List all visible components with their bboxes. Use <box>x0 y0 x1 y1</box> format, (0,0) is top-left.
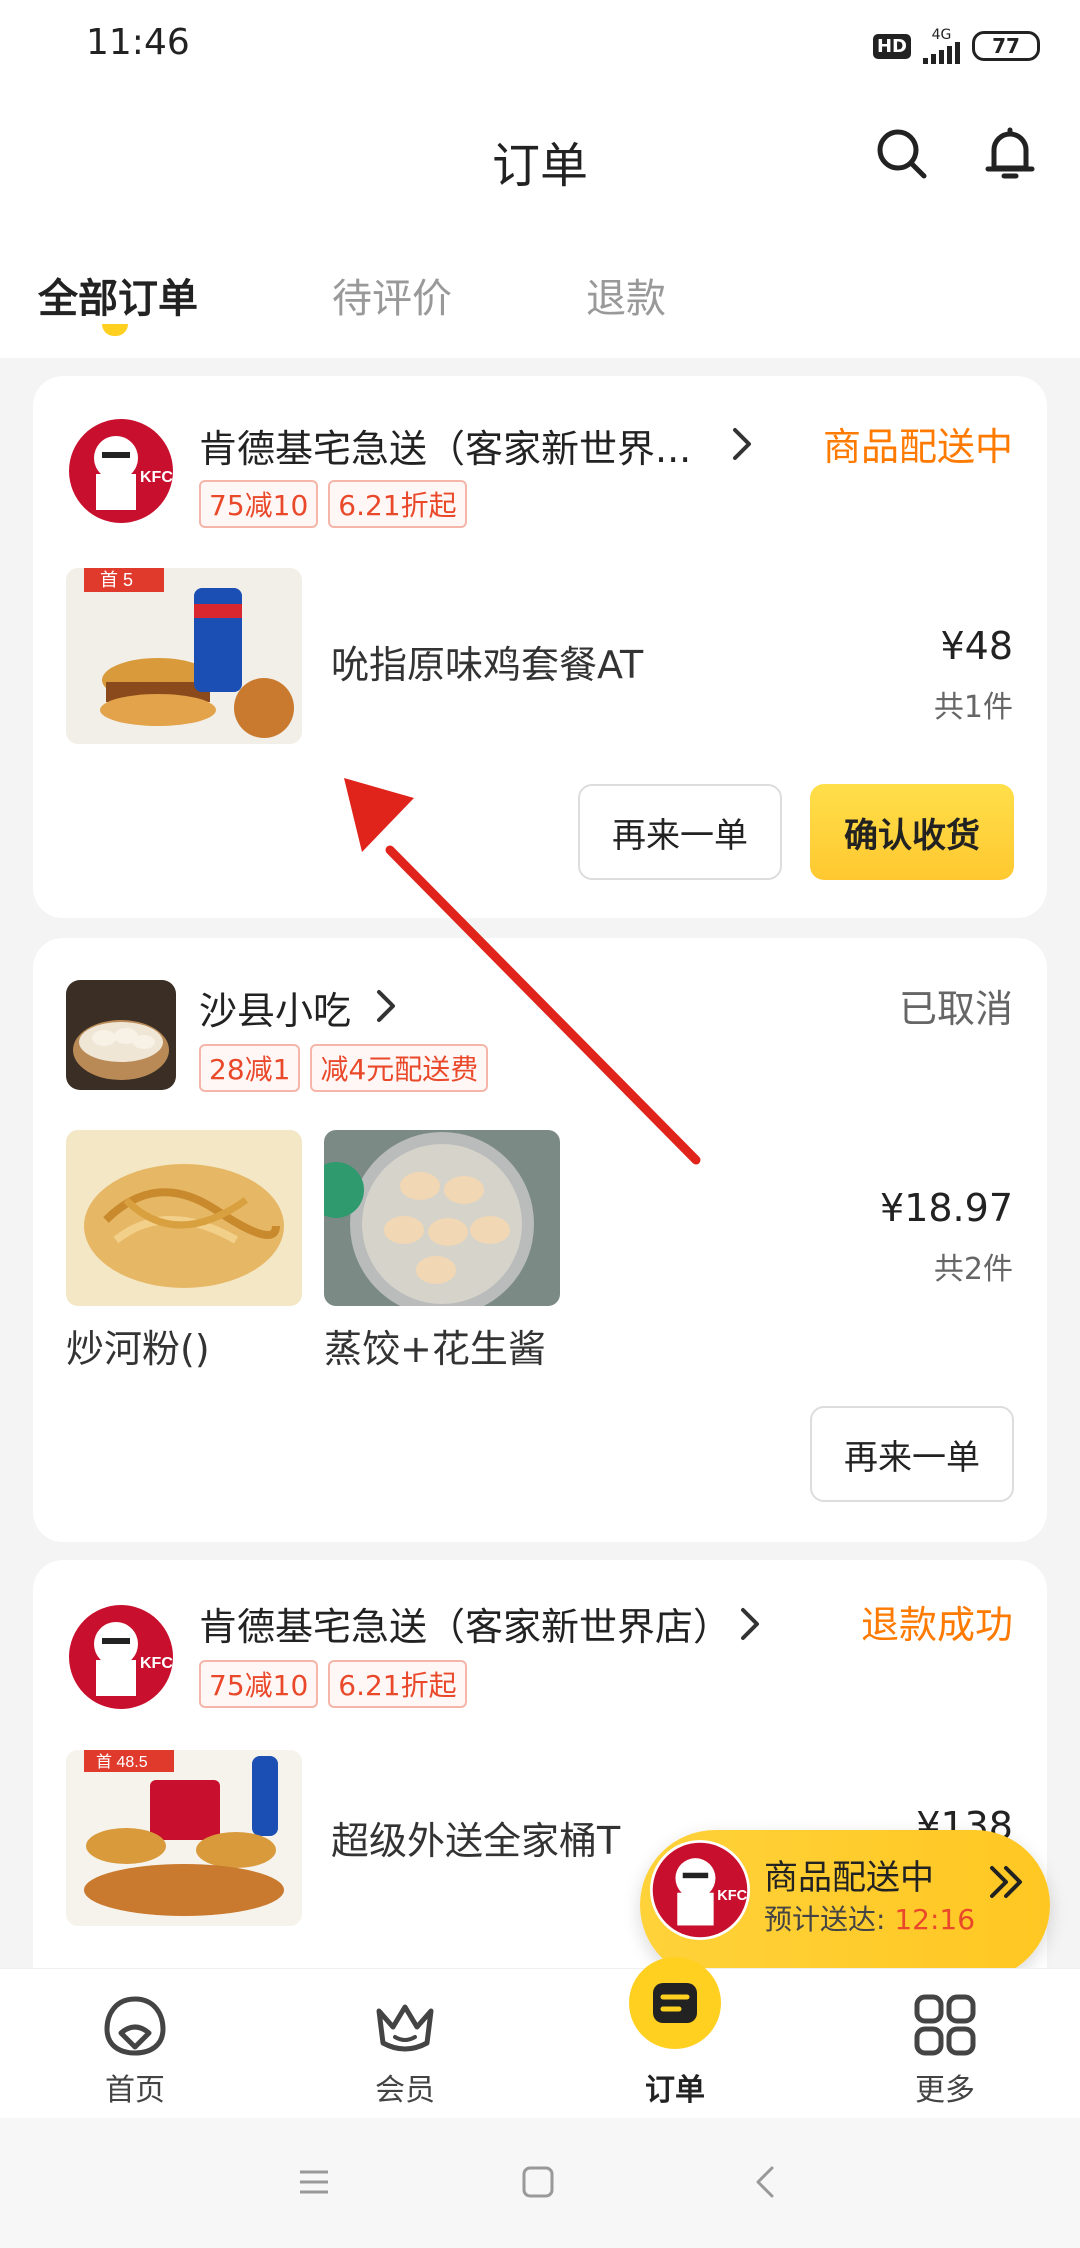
svg-text:首 5: 首 5 <box>100 570 133 590</box>
shop-name[interactable]: 肯德基宅急送（客家新世界... <box>199 418 691 473</box>
menu-icon[interactable] <box>296 2164 332 2200</box>
item-name: 超级外送全家桶T <box>331 1819 621 1863</box>
promo-badge: 减4元配送费 <box>310 1044 489 1092</box>
shop-name[interactable]: 沙县小吃 <box>199 980 351 1035</box>
kfc-logo: KFC <box>650 1840 750 1940</box>
bell-icon[interactable] <box>978 122 1042 186</box>
chevron-right-icon[interactable] <box>729 424 755 464</box>
status-bar: 11:46 HD 4G 77 <box>0 0 1080 92</box>
status-icons: HD 4G 77 <box>872 26 1040 66</box>
item-count: 共2件 <box>933 1252 1013 1287</box>
item-name: 吮指原味鸡套餐AT <box>331 643 644 687</box>
delivery-status-title: 商品配送中 <box>764 1858 934 1898</box>
nav-member[interactable]: 会员 <box>270 1969 540 2119</box>
order-status: 已取消 <box>898 987 1013 1031</box>
hd-icon: HD <box>872 33 911 59</box>
delivery-eta: 预计送达: 12:16 <box>764 1898 975 1938</box>
svg-text:KFC: KFC <box>717 1888 747 1904</box>
item-count: 共1件 <box>933 690 1013 725</box>
eta-label: 预计送达: <box>764 1903 886 1936</box>
battery-icon: 77 <box>972 31 1040 61</box>
system-nav-bar <box>0 2118 1080 2248</box>
promo-badge: 75减10 <box>199 480 319 528</box>
chevron-right-icon[interactable] <box>373 986 399 1026</box>
reorder-button[interactable]: 再来一单 <box>578 784 782 880</box>
shop-logo: KFC <box>66 416 176 526</box>
order-price: ¥18.97 <box>880 1186 1013 1230</box>
order-card[interactable]: KFC 肯德基宅急送（客家新世界... 商品配送中 75减10 6.21折起 首… <box>33 376 1047 918</box>
nav-more[interactable]: 更多 <box>810 1969 1080 2119</box>
item-name: 炒河粉() <box>66 1327 210 1371</box>
network-type: 4G <box>931 27 952 43</box>
nav-orders[interactable]: 订单 <box>540 1957 810 2119</box>
item-thumbnail[interactable]: 首 48.5 <box>66 1750 302 1926</box>
order-status: 退款成功 <box>860 1603 1013 1647</box>
status-time: 11:46 <box>86 22 190 63</box>
eta-time: 12:16 <box>894 1903 976 1936</box>
promo-badges: 28减1 减4元配送费 <box>199 1044 489 1092</box>
svg-text:KFC: KFC <box>140 1655 173 1672</box>
svg-text:KFC: KFC <box>140 469 173 486</box>
nav-orders-label: 订单 <box>645 2073 705 2108</box>
promo-badge: 28减1 <box>199 1044 301 1092</box>
promo-badges: 75减10 6.21折起 <box>199 480 467 528</box>
shop-name[interactable]: 肯德基宅急送（客家新世界店） <box>199 1596 731 1651</box>
reorder-button[interactable]: 再来一单 <box>810 1406 1014 1502</box>
signal-icon: 4G <box>923 28 960 64</box>
grid-icon <box>914 1994 976 2056</box>
nav-more-label: 更多 <box>915 2073 975 2108</box>
nav-member-label: 会员 <box>375 2073 435 2108</box>
nav-home[interactable]: 首页 <box>0 1969 270 2119</box>
item-thumbnail[interactable]: 首 5 <box>66 568 302 744</box>
promo-badge: 6.21折起 <box>328 1660 467 1708</box>
confirm-receipt-button[interactable]: 确认收货 <box>810 784 1014 880</box>
item-thumbnail[interactable] <box>66 1130 302 1306</box>
home-square-icon[interactable] <box>520 2164 556 2200</box>
tab-refund[interactable]: 退款 <box>586 266 666 324</box>
item-thumbnail[interactable] <box>324 1130 560 1306</box>
promo-badge: 6.21折起 <box>328 480 467 528</box>
tab-pending-review[interactable]: 待评价 <box>332 266 452 324</box>
shop-logo <box>66 980 176 1090</box>
home-icon <box>104 1996 166 2056</box>
promo-badge: 75减10 <box>199 1660 319 1708</box>
tab-all-orders[interactable]: 全部订单 <box>38 266 198 324</box>
double-chevron-right-icon[interactable] <box>986 1862 1026 1902</box>
order-tabs: 全部订单 待评价 退款 <box>0 222 1080 358</box>
back-icon[interactable] <box>748 2164 784 2200</box>
search-icon[interactable] <box>870 122 934 186</box>
order-icon <box>629 1957 721 2049</box>
order-status: 商品配送中 <box>822 425 1013 469</box>
promo-badges: 75减10 6.21折起 <box>199 1660 467 1708</box>
svg-text:首 48.5: 首 48.5 <box>96 1753 148 1771</box>
active-tab-indicator <box>102 324 128 336</box>
header: 订单 <box>0 92 1080 222</box>
item-name: 蒸饺+花生酱 <box>324 1327 546 1371</box>
order-price: ¥48 <box>940 624 1013 668</box>
crown-icon <box>376 2004 434 2052</box>
chevron-right-icon[interactable] <box>737 1604 763 1644</box>
order-card[interactable]: 沙县小吃 已取消 28减1 减4元配送费 炒河粉() 蒸饺+花生酱 ¥18.97… <box>33 938 1047 1542</box>
nav-home-label: 首页 <box>105 2073 165 2108</box>
bottom-nav: 首页 会员 订单 更多 <box>0 1957 1080 2119</box>
shop-logo: KFC <box>66 1602 176 1712</box>
